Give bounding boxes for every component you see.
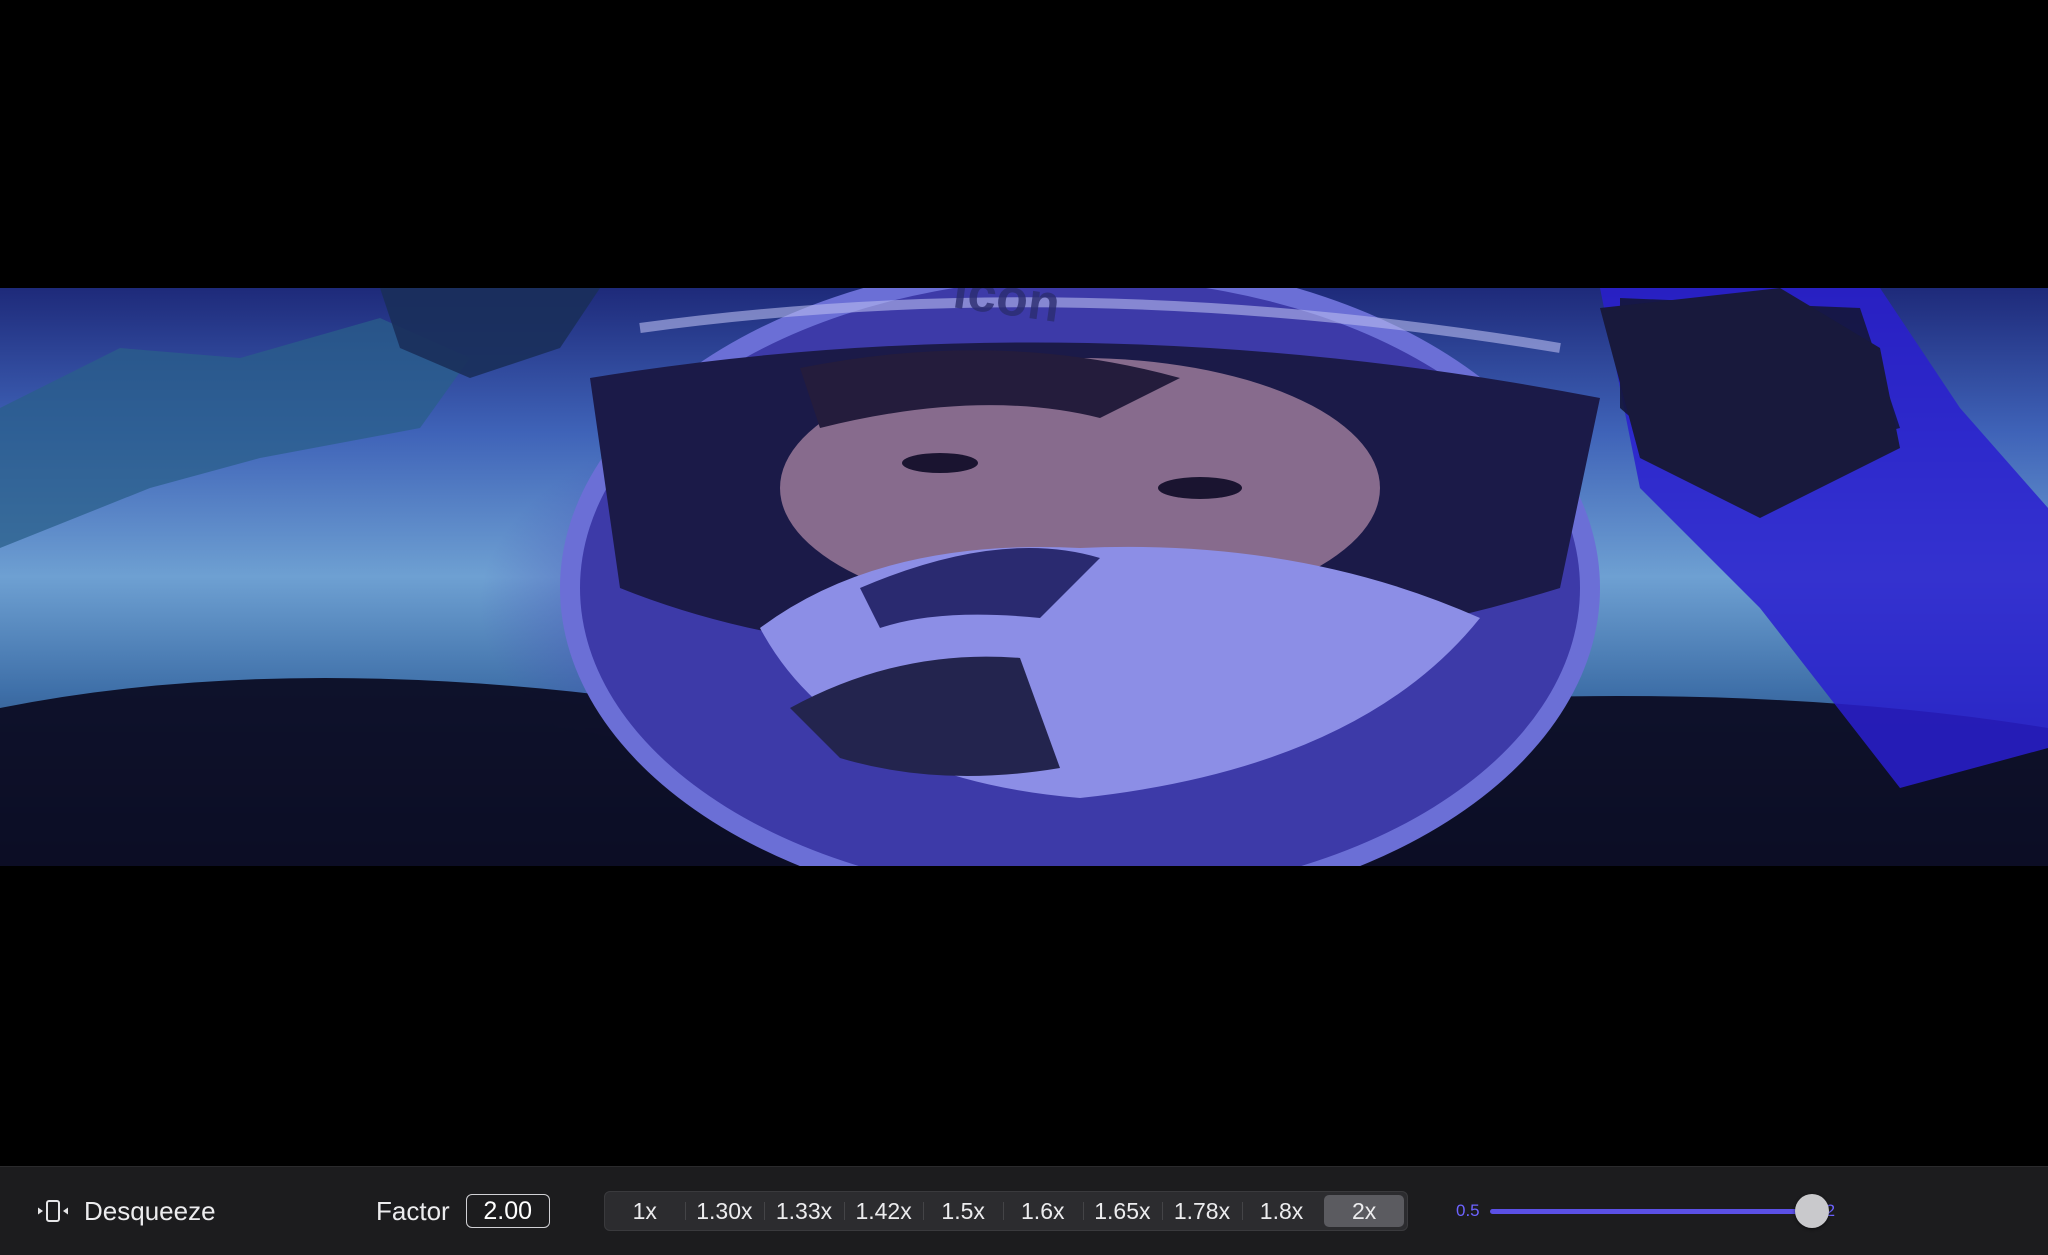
factor-label: Factor xyxy=(376,1195,450,1226)
preset-1.33x[interactable]: 1.33x xyxy=(764,1192,844,1230)
preset-1.30x[interactable]: 1.30x xyxy=(684,1192,765,1230)
preset-1.6x[interactable]: 1.6x xyxy=(1002,1192,1083,1230)
desqueeze-toggle[interactable]: Desqueeze xyxy=(36,1167,216,1255)
factor-control: Factor 2.00 xyxy=(376,1167,550,1255)
desqueeze-icon xyxy=(38,1200,68,1222)
preset-1.78x[interactable]: 1.78x xyxy=(1162,1192,1242,1230)
video-frame: icon xyxy=(0,288,2048,866)
preset-1x[interactable]: 1x xyxy=(605,1192,685,1230)
video-viewer: icon xyxy=(0,0,2048,1166)
slider-min-label: 0.5 xyxy=(1456,1201,1480,1220)
factor-slider: 0.5 2 xyxy=(1456,1167,1835,1255)
frame-illustration: icon xyxy=(0,288,2048,866)
preset-1.8x[interactable]: 1.8x xyxy=(1241,1192,1322,1230)
factor-input[interactable]: 2.00 xyxy=(465,1194,550,1228)
desqueeze-label: Desqueeze xyxy=(84,1195,216,1226)
preset-2x[interactable]: 2x xyxy=(1324,1195,1404,1227)
factor-presets: 1x 1.30x 1.33x 1.42x 1.5x 1.6x 1.65x 1.7… xyxy=(604,1191,1408,1231)
slider-knob[interactable] xyxy=(1794,1193,1829,1228)
preset-1.42x[interactable]: 1.42x xyxy=(843,1192,924,1230)
preset-1.5x[interactable]: 1.5x xyxy=(923,1192,1003,1230)
slider-track[interactable] xyxy=(1489,1193,1829,1228)
desqueeze-toolbar: Desqueeze Factor 2.00 1x 1.30x 1.33x 1.4… xyxy=(0,1166,2048,1255)
preset-1.65x[interactable]: 1.65x xyxy=(1082,1192,1163,1230)
